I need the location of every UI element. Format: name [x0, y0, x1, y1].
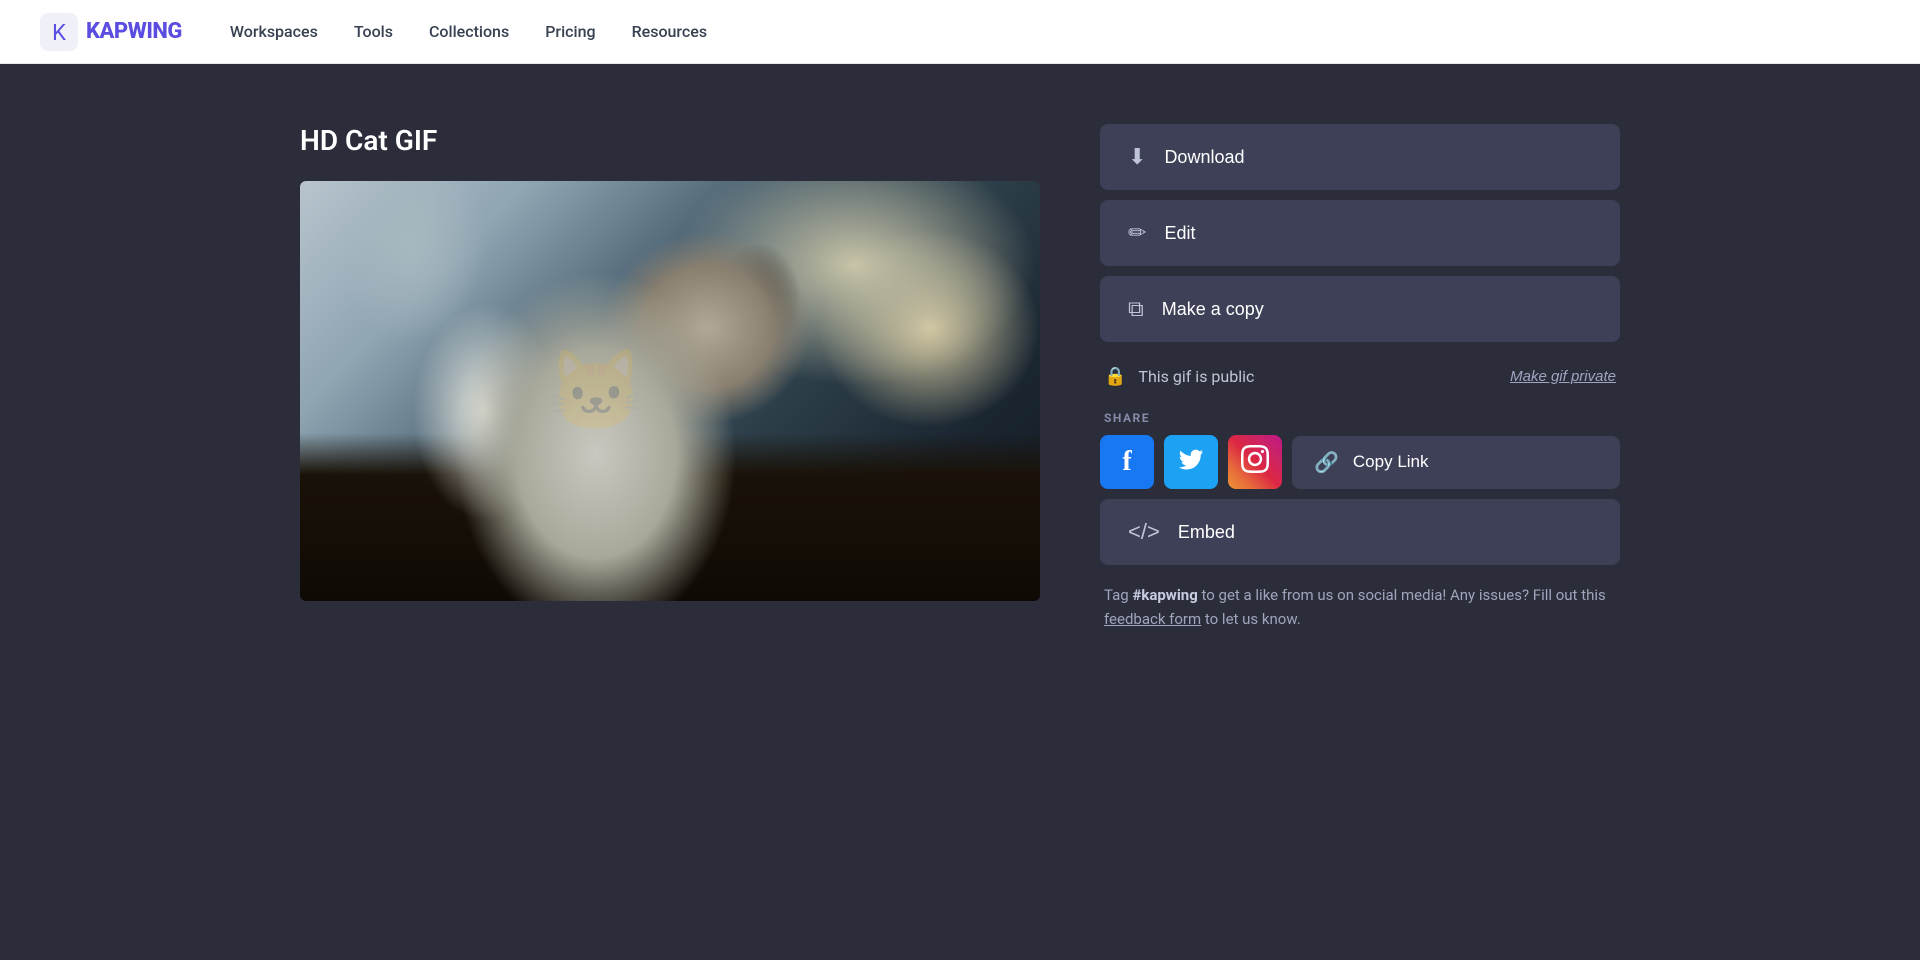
logo-link[interactable]: K KAPWING	[40, 13, 182, 51]
make-private-button[interactable]: Make gif private	[1510, 368, 1616, 385]
nav-resources[interactable]: Resources	[632, 22, 708, 41]
download-label: Download	[1164, 147, 1244, 168]
tag-text: Tag #kapwing to get a like from us on so…	[1100, 575, 1620, 631]
visibility-label: This gif is public	[1138, 367, 1254, 386]
gif-container	[300, 181, 1040, 601]
embed-button[interactable]: </> Embed	[1100, 499, 1620, 565]
left-side: HD Cat GIF	[300, 124, 1040, 601]
copy-icon: ⧉	[1128, 296, 1144, 322]
facebook-share-button[interactable]: f	[1100, 435, 1154, 489]
nav-workspaces[interactable]: Workspaces	[230, 22, 318, 41]
make-copy-label: Make a copy	[1162, 299, 1264, 320]
instagram-share-button[interactable]	[1228, 435, 1282, 489]
nav-collections[interactable]: Collections	[429, 22, 509, 41]
main-content: HD Cat GIF ⬇ Download ✏ Edit ⧉ Make a co…	[260, 64, 1660, 671]
download-button[interactable]: ⬇ Download	[1100, 124, 1620, 190]
share-label: SHARE	[1100, 411, 1620, 425]
edit-label: Edit	[1164, 223, 1195, 244]
logo-text: KAPWING	[86, 19, 182, 44]
copy-link-button[interactable]: 🔗 Copy Link	[1292, 436, 1620, 489]
visibility-status: 🔒 This gif is public	[1104, 366, 1254, 387]
nav-links: Workspaces Tools Collections Pricing Res…	[230, 22, 707, 41]
facebook-icon: f	[1122, 446, 1131, 478]
tag-hashtag: #kapwing	[1132, 586, 1197, 604]
right-side: ⬇ Download ✏ Edit ⧉ Make a copy 🔒 This g…	[1100, 124, 1620, 631]
link-icon: 🔗	[1314, 450, 1339, 475]
tag-middle: to get a like from us on social media! A…	[1198, 586, 1606, 604]
tag-suffix: to let us know.	[1201, 610, 1300, 628]
edit-button[interactable]: ✏ Edit	[1100, 200, 1620, 266]
twitter-share-button[interactable]	[1164, 435, 1218, 489]
nav-tools[interactable]: Tools	[354, 22, 393, 41]
copy-link-label: Copy Link	[1353, 452, 1429, 472]
make-copy-button[interactable]: ⧉ Make a copy	[1100, 276, 1620, 342]
lock-icon: 🔒	[1104, 366, 1126, 387]
tag-prefix: Tag	[1104, 586, 1132, 604]
embed-label: Embed	[1178, 522, 1235, 543]
feedback-form-link[interactable]: feedback form	[1104, 610, 1201, 628]
share-section: SHARE f	[1100, 411, 1620, 489]
visibility-row: 🔒 This gif is public Make gif private	[1100, 352, 1620, 401]
share-row: f	[1100, 435, 1620, 489]
edit-icon: ✏	[1128, 220, 1146, 246]
svg-text:K: K	[52, 21, 66, 46]
navbar: K KAPWING Workspaces Tools Collections P…	[0, 0, 1920, 64]
download-icon: ⬇	[1128, 144, 1146, 170]
instagram-icon	[1241, 445, 1269, 480]
gif-image	[300, 181, 1040, 601]
page-title: HD Cat GIF	[300, 124, 1040, 157]
twitter-icon	[1177, 445, 1205, 480]
logo-icon: K	[40, 13, 78, 51]
nav-pricing[interactable]: Pricing	[545, 22, 595, 41]
embed-icon: </>	[1128, 519, 1160, 545]
